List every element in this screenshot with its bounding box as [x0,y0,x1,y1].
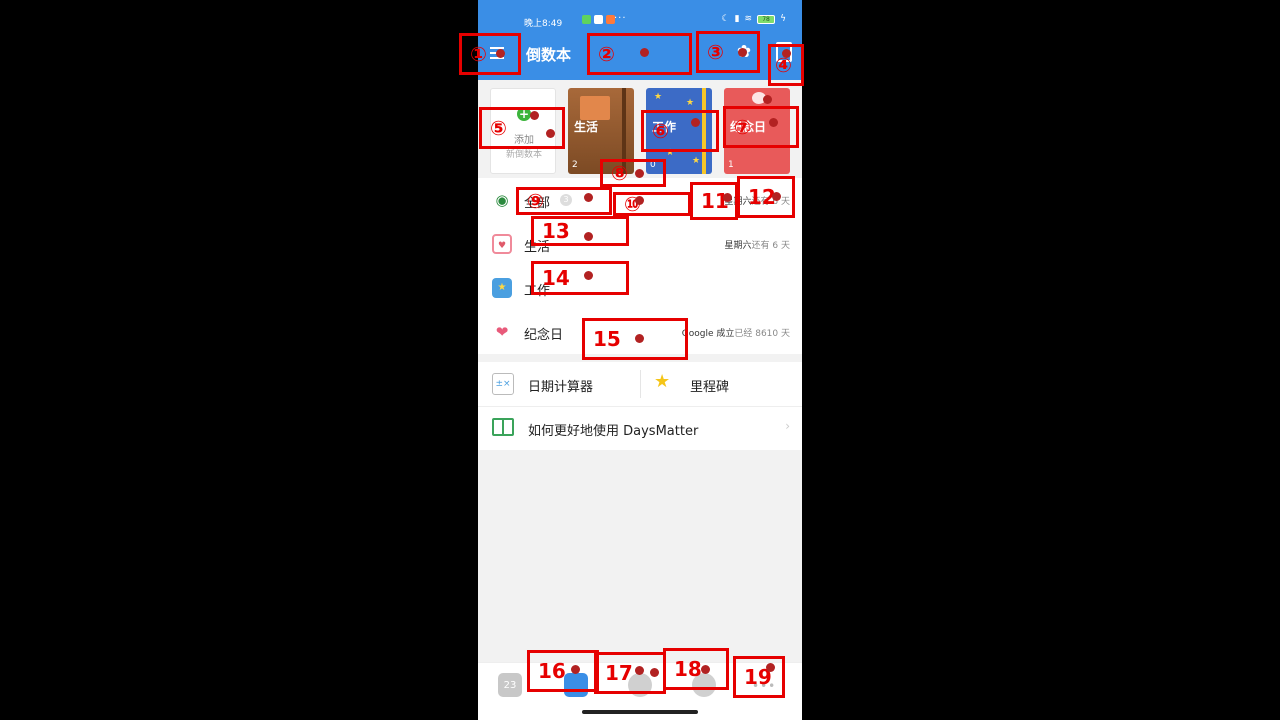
category-summary: Google 成立已经 8610 天 [681,329,790,339]
annotation-box: 14 [531,261,629,295]
annotation-dot [546,129,555,138]
category-row-life[interactable]: ♥ 生活 星期六还有 6 天 [478,222,802,266]
calendar-heart-icon: ♥ [492,234,512,254]
annotation-dot [782,49,791,58]
star-icon: ★ [686,98,695,108]
more-notifications-icon: ··· [614,13,627,24]
calendar-tab-icon[interactable]: 23 [498,673,522,697]
annotation-dot [584,271,593,280]
annotation-dot [635,196,644,205]
annotation-dot [584,193,593,202]
annotation-dot [635,666,644,675]
annotation-dot [635,334,644,343]
annotation-dot [769,118,778,127]
annotation-dot [530,111,539,120]
annotation-box: 19 [733,656,785,698]
annotation-box: ③ [696,31,760,73]
status-right: ☾ ▮ ≋ 78 ϟ [721,14,786,24]
annotation-dot [691,118,700,127]
app-notification-icon [594,15,603,24]
category-row-work[interactable]: ★ 工作 [478,266,802,310]
annotation-dot [650,668,659,677]
signal-icon: ▮ [734,14,740,24]
home-indicator[interactable] [582,710,698,714]
date-calculator-label: 日期计算器 [528,380,594,395]
annotation-box: ① [459,33,521,75]
annotation-dot [496,49,505,58]
status-app-icons [582,15,615,24]
annotation-dot [723,193,732,202]
annotation-dot [635,169,644,178]
annotation-box: 13 [531,216,629,246]
annotation-dot [766,663,775,672]
category-summary: 星期六还有 6 天 [724,241,790,251]
wifi-icon: ≋ [744,14,753,24]
page-title: 倒数本 [526,46,572,64]
annotation-dot [763,95,772,104]
notebook-count: 1 [728,160,734,170]
annotation-dot [640,48,649,57]
notebook-count: 2 [572,160,578,170]
battery-icon: 78 [757,14,776,24]
annotation-box: ⑦ [723,106,799,148]
annotation-box: 16 [527,650,599,692]
chevron-right-icon: › [785,419,790,433]
annotation-box: ⑩ [613,192,691,216]
annotation-box: ⑥ [641,110,719,152]
star-icon: ★ [692,156,701,166]
help-guide-label: 如何更好地使用 DaysMatter [528,424,699,439]
annotation-box: 18 [663,648,729,690]
annotation-dot [738,48,747,57]
annotation-dot [701,665,710,674]
annotation-box: 11 [690,182,738,220]
notebook-label: 生活 [574,120,599,134]
app-notification-icon [582,15,591,24]
annotation-box: 12 [737,176,795,218]
star-icon: ★ [654,92,663,102]
help-guide-row[interactable]: 如何更好地使用 DaysMatter › [478,406,802,450]
tools-section: ±× 日期计算器 ★ 里程碑 如何更好地使用 DaysMatter › [478,362,802,450]
annotation-box: ⑤ [479,107,565,149]
moon-icon: ☾ [721,14,730,24]
annotation-dot [584,232,593,241]
hearts-icon: ❤ [495,323,509,341]
milestone-button[interactable]: ★ 里程碑 [640,362,802,406]
date-calculator-button[interactable]: ±× 日期计算器 [478,362,640,406]
category-name: 纪念日 [524,328,564,343]
open-book-icon [492,418,514,436]
milestone-label: 里程碑 [690,380,730,395]
calculator-icon: ±× [492,373,514,395]
annotation-dot [772,192,781,201]
charging-icon: ϟ [780,14,786,24]
annotation-box: ⑧ [600,159,666,187]
star-icon: ★ [654,371,671,392]
annotation-dot [571,665,580,674]
annotation-box: ⑨ [516,187,612,215]
globe-icon: ◉ [495,191,509,209]
work-calendar-icon: ★ [492,278,512,298]
